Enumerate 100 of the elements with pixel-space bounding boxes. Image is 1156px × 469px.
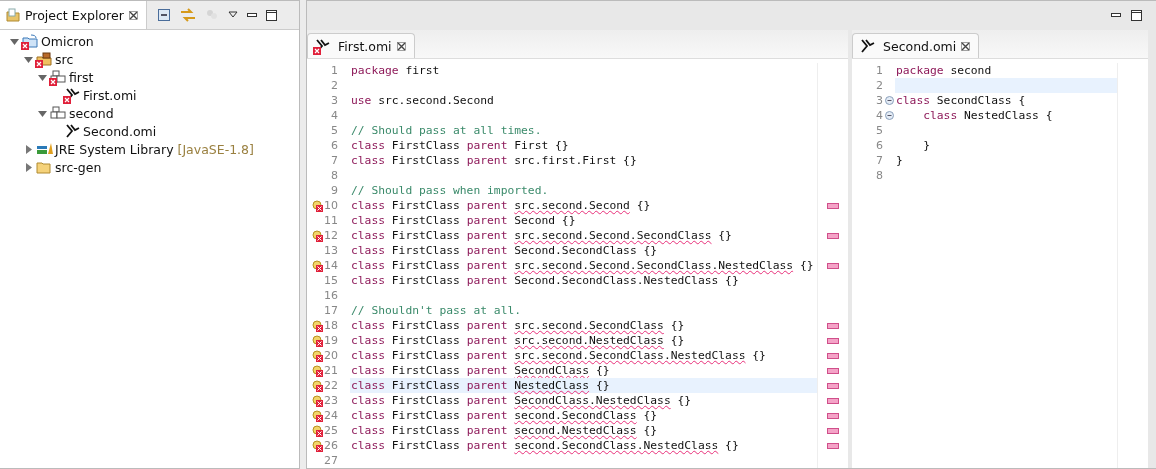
code-line: class FirstClass parent src.second.SecondClass {} bbox=[351, 319, 685, 332]
error-marker[interactable] bbox=[827, 442, 839, 449]
editor-tab[interactable]: First.omi bbox=[307, 33, 415, 58]
code-line: package first bbox=[351, 64, 440, 77]
line-number: 5 bbox=[876, 124, 883, 137]
code-line: class FirstClass parent second.SecondClass {} bbox=[351, 409, 658, 422]
tree-item[interactable]: src-gen bbox=[55, 159, 102, 175]
error-bulb-icon[interactable] bbox=[312, 229, 324, 242]
line-number: 13 bbox=[324, 244, 338, 257]
error-marker[interactable] bbox=[827, 352, 839, 359]
expanded-arrow-icon[interactable] bbox=[24, 54, 33, 64]
project-folder-icon bbox=[22, 34, 38, 48]
library-version: [JavaSE-1.8] bbox=[177, 141, 254, 157]
collapsed-arrow-icon[interactable] bbox=[24, 162, 33, 172]
tab-title: First.omi bbox=[338, 38, 392, 54]
code-line: class FirstClass parent src.second.Second.SecondClass {} bbox=[351, 229, 732, 242]
line-number: 6 bbox=[876, 139, 883, 152]
line-number: 16 bbox=[324, 289, 338, 302]
error-bulb-icon[interactable] bbox=[312, 439, 324, 452]
tree-item[interactable]: First.omi bbox=[83, 87, 137, 103]
line-number: 25 bbox=[324, 424, 338, 437]
error-bulb-icon[interactable] bbox=[312, 259, 324, 272]
tree-item[interactable]: second bbox=[69, 105, 114, 121]
error-marker[interactable] bbox=[827, 262, 839, 269]
view-menu-icon[interactable] bbox=[227, 11, 238, 19]
line-number: 21 bbox=[324, 364, 338, 377]
error-marker[interactable] bbox=[827, 232, 839, 239]
line-number: 2 bbox=[876, 79, 883, 92]
tree-item[interactable]: JRE System Library bbox=[55, 141, 174, 157]
error-bulb-icon[interactable] bbox=[312, 379, 324, 392]
code-line: class FirstClass parent src.first.First {} bbox=[351, 154, 637, 167]
view-tab[interactable]: Project Explorer bbox=[0, 1, 147, 29]
line-number: 22 bbox=[324, 379, 338, 392]
error-bulb-icon[interactable] bbox=[312, 334, 324, 347]
expanded-arrow-icon[interactable] bbox=[38, 108, 47, 118]
line-number: 20 bbox=[324, 349, 338, 362]
line-number: 12 bbox=[324, 229, 338, 242]
line-number: 18 bbox=[324, 319, 338, 332]
fold-icon[interactable] bbox=[884, 111, 894, 120]
tree-item[interactable]: first bbox=[69, 69, 94, 85]
maximize-icon[interactable] bbox=[265, 9, 277, 21]
tree-item[interactable]: Second.omi bbox=[83, 123, 157, 139]
line-number: 1 bbox=[876, 64, 883, 77]
books-icon bbox=[36, 142, 54, 156]
line-number: 27 bbox=[324, 454, 338, 467]
error-bulb-icon[interactable] bbox=[312, 364, 324, 377]
line-number: 10 bbox=[324, 199, 338, 212]
maximize-icon[interactable] bbox=[1131, 10, 1142, 21]
code-line: } bbox=[896, 154, 903, 167]
code-line: class SecondClass { bbox=[896, 94, 1026, 107]
collapse-all-icon[interactable] bbox=[156, 8, 171, 22]
error-marker[interactable] bbox=[827, 397, 839, 404]
line-number: 11 bbox=[324, 214, 338, 227]
code-line: // Shouldn't pass at all. bbox=[351, 304, 522, 317]
error-marker[interactable] bbox=[827, 337, 839, 344]
line-number: 19 bbox=[324, 334, 338, 347]
code-line: // Should pass when imported. bbox=[351, 184, 549, 197]
line-number: 8 bbox=[331, 169, 338, 182]
expanded-arrow-icon[interactable] bbox=[38, 72, 47, 82]
error-marker[interactable] bbox=[827, 202, 839, 209]
line-number: 1 bbox=[331, 64, 338, 77]
expanded-arrow-icon[interactable] bbox=[10, 36, 19, 46]
line-number: 26 bbox=[324, 439, 338, 452]
code-line: class FirstClass parent NestedClass {} bbox=[351, 379, 610, 392]
error-marker[interactable] bbox=[827, 382, 839, 389]
code-line: class FirstClass parent second.SecondClass.NestedClass {} bbox=[351, 439, 739, 452]
error-bulb-icon[interactable] bbox=[312, 394, 324, 407]
fold-icon[interactable] bbox=[884, 96, 894, 105]
error-bulb-icon[interactable] bbox=[312, 409, 324, 422]
error-marker[interactable] bbox=[827, 322, 839, 329]
close-icon[interactable] bbox=[961, 41, 971, 51]
error-marker[interactable] bbox=[827, 427, 839, 434]
code-line: class FirstClass parent Second {} bbox=[351, 214, 576, 227]
error-bulb-icon[interactable] bbox=[312, 199, 324, 212]
error-marker[interactable] bbox=[827, 412, 839, 419]
code-line: class FirstClass parent src.second.Second.SecondClass.NestedClass {} bbox=[351, 259, 814, 272]
tree-item[interactable]: Omicron bbox=[41, 33, 94, 49]
error-bulb-icon[interactable] bbox=[312, 319, 324, 332]
collapsed-arrow-icon[interactable] bbox=[24, 144, 33, 154]
tree-item[interactable]: src bbox=[55, 51, 74, 67]
code-line: class FirstClass parent Second.SecondClass {} bbox=[351, 244, 658, 257]
close-icon[interactable] bbox=[396, 41, 406, 51]
line-number: 2 bbox=[331, 79, 338, 92]
error-bulb-icon[interactable] bbox=[312, 424, 324, 437]
minimize-icon[interactable] bbox=[1111, 13, 1121, 18]
close-icon[interactable] bbox=[128, 10, 138, 20]
error-marker[interactable] bbox=[827, 367, 839, 374]
line-number: 4 bbox=[876, 109, 883, 122]
line-number: 15 bbox=[324, 274, 338, 287]
tab-title: Second.omi bbox=[883, 38, 957, 54]
editor-tab[interactable]: Second.omi bbox=[852, 33, 980, 58]
line-number: 24 bbox=[324, 409, 338, 422]
line-number: 7 bbox=[331, 154, 338, 167]
view-title: Project Explorer bbox=[25, 7, 124, 23]
minimize-icon[interactable] bbox=[246, 12, 257, 18]
code-line: class FirstClass parent Second.SecondClass.NestedClass {} bbox=[351, 274, 739, 287]
code-line: class FirstClass parent src.second.NestedClass {} bbox=[351, 334, 685, 347]
code-line: class FirstClass parent SecondClass.NestedClass {} bbox=[351, 394, 692, 407]
error-bulb-icon[interactable] bbox=[312, 349, 324, 362]
line-number: 17 bbox=[324, 304, 338, 317]
